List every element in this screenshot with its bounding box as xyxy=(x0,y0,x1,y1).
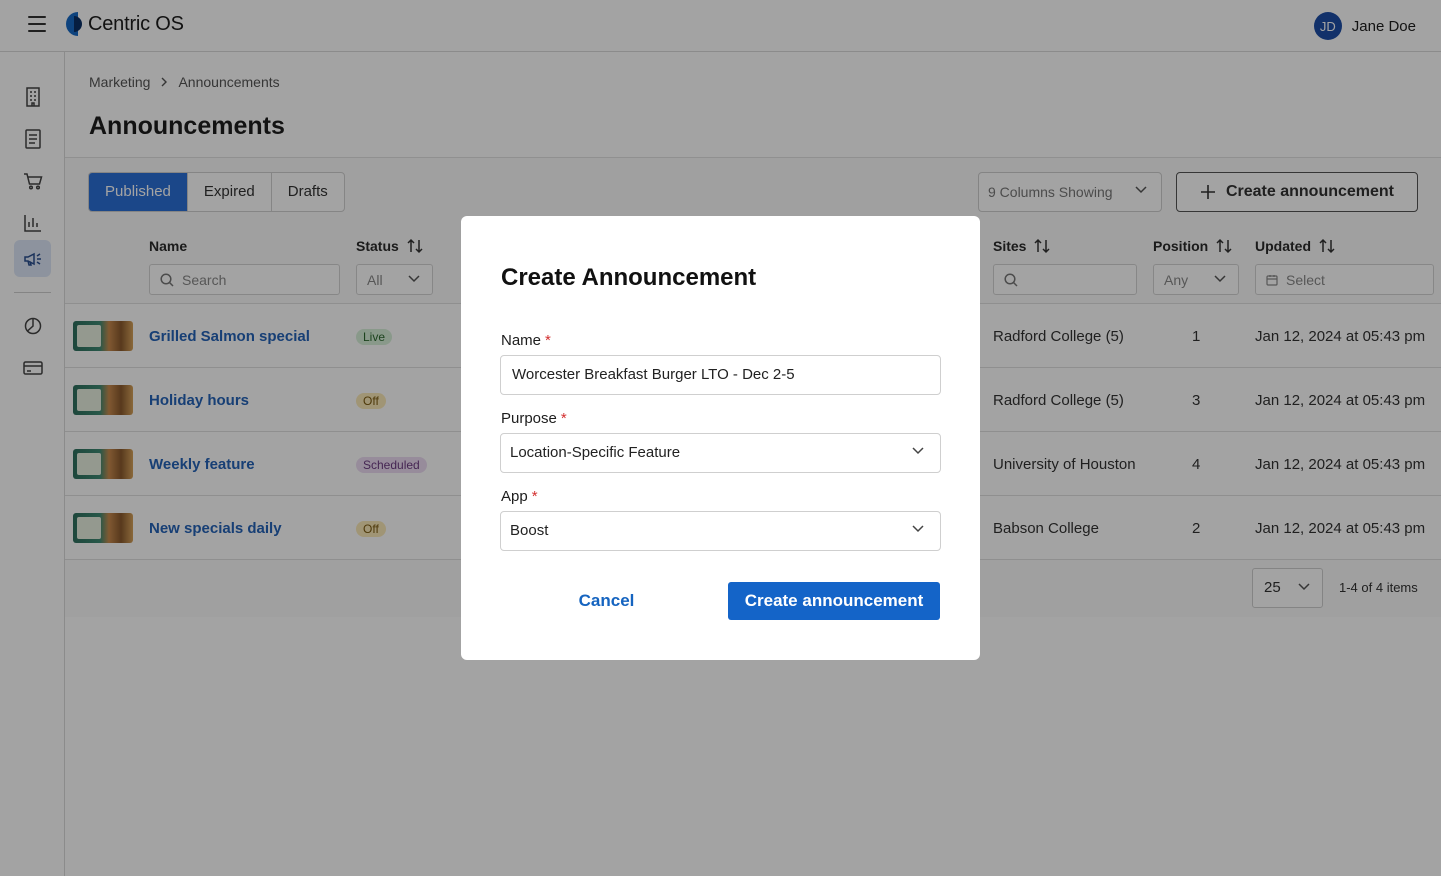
purpose-select-value: Location-Specific Feature xyxy=(510,444,681,461)
chevron-down-icon xyxy=(912,525,924,533)
app-select[interactable]: Boost xyxy=(500,511,941,551)
app-field-label: App * xyxy=(501,488,538,505)
dialog-title: Create Announcement xyxy=(501,264,757,291)
name-label-text: Name xyxy=(501,332,542,349)
required-mark: * xyxy=(531,488,538,505)
required-mark: * xyxy=(560,410,567,427)
app-select-value: Boost xyxy=(510,522,549,539)
name-input[interactable]: Worcester Breakfast Burger LTO - Dec 2-5 xyxy=(500,355,941,395)
purpose-field-label: Purpose * xyxy=(501,410,567,427)
name-field-label: Name * xyxy=(501,332,551,349)
purpose-label-text: Purpose xyxy=(501,410,557,427)
cancel-button[interactable]: Cancel xyxy=(501,582,712,620)
create-announcement-dialog: Create Announcement Name * Worcester Brea… xyxy=(461,216,980,660)
purpose-select[interactable]: Location-Specific Feature xyxy=(500,433,941,473)
required-mark: * xyxy=(545,332,551,349)
name-input-value: Worcester Breakfast Burger LTO - Dec 2-5 xyxy=(512,366,795,383)
submit-create-announcement-button[interactable]: Create announcement xyxy=(728,582,940,620)
app-label-text: App xyxy=(501,488,528,505)
chevron-down-icon xyxy=(912,447,924,455)
